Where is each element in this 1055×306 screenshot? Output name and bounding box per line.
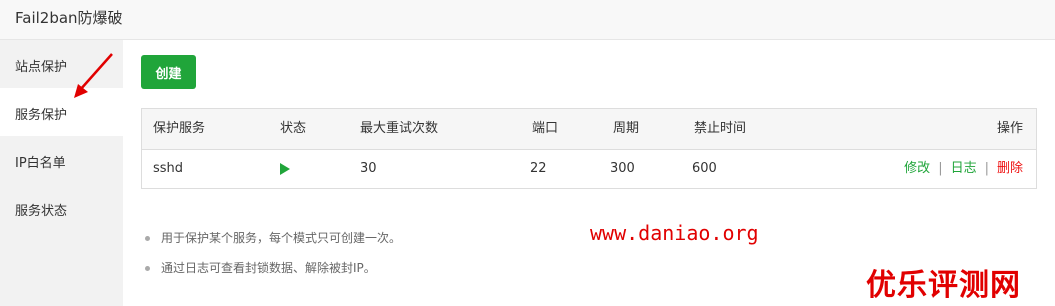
sidebar-item-service-status[interactable]: 服务状态 (0, 184, 123, 232)
ban-time-value: 600 (692, 161, 717, 176)
table-row: sshd 30 22 300 600 修改 | 日志 | 删除 (142, 150, 1036, 188)
header-service: 保护服务 (153, 121, 206, 136)
edit-link[interactable]: 修改 (904, 161, 930, 176)
header-max-retry: 最大重试次数 (360, 121, 439, 136)
sidebar-item-ip-whitelist[interactable]: IP白名单 (0, 136, 123, 184)
header-ban-time: 禁止时间 (694, 121, 747, 136)
log-link[interactable]: 日志 (951, 161, 977, 176)
window-title: Fail2ban防爆破 (15, 9, 123, 27)
port-value: 22 (530, 161, 547, 176)
create-button[interactable]: 创建 (141, 55, 196, 89)
period-value: 300 (610, 161, 635, 176)
watermark-brand: 优乐评测网 (866, 268, 1021, 303)
watermark-url: www.daniao.org (590, 221, 759, 245)
help-notes: 用于保护某个服务，每个模式只可创建一次。 通过日志可查看封锁数据、解除被封IP。 (143, 227, 401, 287)
header-port: 端口 (532, 121, 559, 136)
max-retry-value: 30 (360, 161, 377, 176)
action-separator: | (938, 161, 943, 176)
protection-table: 保护服务 状态 最大重试次数 端口 周期 禁止时间 操作 sshd 30 22 … (141, 108, 1037, 189)
table-header: 保护服务 状态 最大重试次数 端口 周期 禁止时间 操作 (142, 109, 1036, 150)
action-separator: | (984, 161, 989, 176)
sidebar-item-label: IP白名单 (15, 156, 66, 171)
sidebar-item-label: 服务状态 (15, 204, 68, 219)
header-status: 状态 (280, 121, 307, 136)
header-period: 周期 (613, 121, 640, 136)
row-actions: 修改 | 日志 | 删除 (904, 150, 1023, 188)
help-note: 通过日志可查看封锁数据、解除被封IP。 (143, 257, 401, 287)
help-note: 用于保护某个服务，每个模式只可创建一次。 (143, 227, 401, 257)
service-name: sshd (153, 161, 184, 176)
header-actions: 操作 (996, 121, 1023, 136)
play-icon[interactable] (280, 162, 290, 175)
status-cell (280, 150, 290, 188)
title-bar: Fail2ban防爆破 (0, 0, 1055, 40)
delete-link[interactable]: 删除 (997, 161, 1023, 176)
red-arrow-icon (74, 53, 113, 98)
